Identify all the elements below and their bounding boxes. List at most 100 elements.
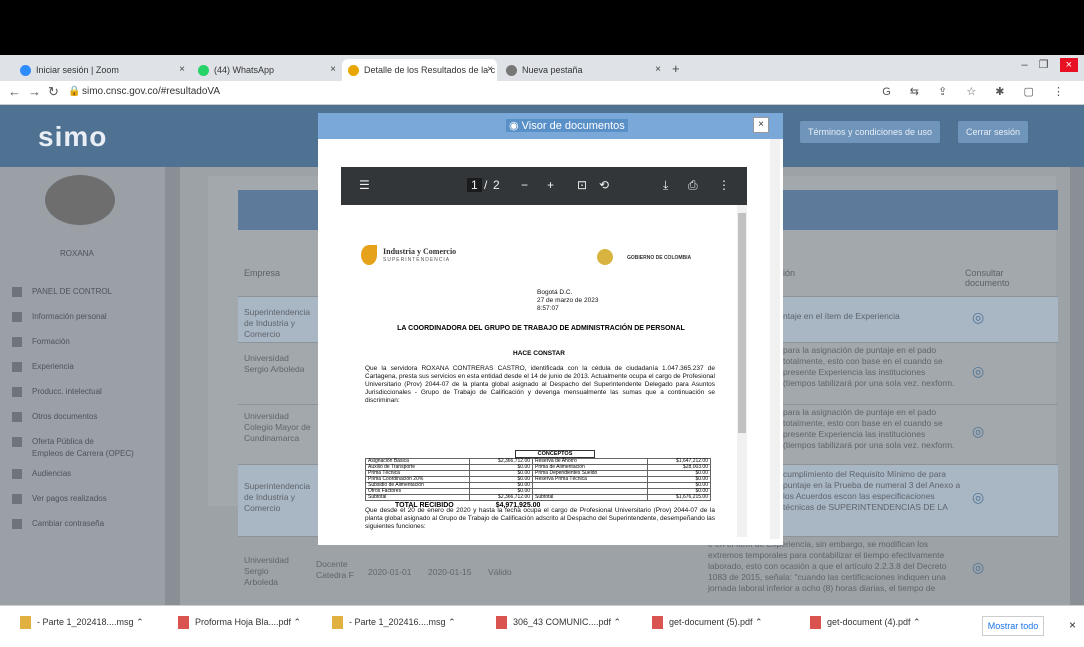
forward-icon[interactable]: → xyxy=(28,84,41,99)
sidebar-item-produccion[interactable]: Producc. intelectual xyxy=(12,387,102,397)
coat-of-arms-icon xyxy=(597,249,613,265)
rotate-icon[interactable]: ⟲ xyxy=(599,178,609,192)
page-sep: / xyxy=(484,178,488,192)
user-icon xyxy=(12,312,22,322)
tab-label: Detalle de los Resultados de la c xyxy=(364,65,496,75)
eye-icon[interactable]: ◎ xyxy=(972,309,984,326)
close-icon[interactable]: × xyxy=(487,64,493,75)
modal-scrollbar[interactable] xyxy=(770,139,780,539)
window-controls: – ❐ × xyxy=(1021,58,1078,72)
doc-footer-text: Que desde el 20 de enero de 2020 y hasta… xyxy=(365,507,715,530)
close-icon[interactable]: × xyxy=(1069,618,1076,632)
download-bar: - Parte 1_202418....msg ⌃ Proforma Hoja … xyxy=(0,605,1084,647)
eye-icon[interactable]: ◎ xyxy=(972,559,984,576)
sidebar-item-experiencia[interactable]: Experiencia xyxy=(12,362,74,372)
sidebar-item-formacion[interactable]: Formación xyxy=(12,337,70,347)
doc-heading: LA COORDINADORA DEL GRUPO DE TRABAJO DE … xyxy=(397,325,685,332)
terms-button[interactable]: Términos y condiciones de uso xyxy=(800,121,941,143)
download-icon[interactable]: ⤓ xyxy=(663,178,668,193)
cell-cargo: Docente Catedra F xyxy=(316,559,354,580)
browser-toolbar-icons[interactable]: G ⇆ ⇪ ☆ ✱ ▢ ⋮ xyxy=(882,85,1072,98)
cell-obs: para la asignación de puntaje en el pado… xyxy=(783,407,955,450)
address-bar: ← → ↻ 🔒 simo.cnsc.gov.co/#resultadoVA G … xyxy=(0,81,1084,105)
zoom-out-icon[interactable]: − xyxy=(521,178,528,192)
show-all-button[interactable]: Mostrar todo xyxy=(982,616,1044,636)
tab-nueva[interactable]: Nueva pestaña × xyxy=(500,59,665,81)
sidebar-item-info[interactable]: Información personal xyxy=(12,312,107,322)
pdf-scroll-thumb[interactable] xyxy=(738,213,746,433)
cell-inicio: 2020-01-01 xyxy=(368,567,412,577)
col-empresa: Empresa xyxy=(244,268,281,278)
reload-icon[interactable]: ↻ xyxy=(48,84,59,100)
sidebar-item-password[interactable]: Cambiar contraseña xyxy=(12,519,104,529)
tab-detalle[interactable]: Detalle de los Resultados de la c × xyxy=(342,59,497,81)
cell-obs: ntaje en el ítem de Experiencia xyxy=(783,311,900,321)
cell-empresa: Universidad Colegio Mayor de Cundinamarc… xyxy=(244,411,311,443)
audience-icon xyxy=(12,469,22,479)
new-tab-button[interactable]: + xyxy=(672,61,680,76)
doc-date: 27 de marzo de 2023 xyxy=(537,297,599,304)
pdf-icon xyxy=(810,616,821,629)
eye-icon[interactable]: ◎ xyxy=(972,489,984,506)
zoom-in-icon[interactable]: + xyxy=(547,178,554,192)
pdf-icon xyxy=(496,616,507,629)
simo-logo[interactable]: simo xyxy=(38,121,107,153)
concepts-table: CONCEPTOS Asignación Básica $2,366,712.00… xyxy=(365,450,712,509)
page-current[interactable]: 1 xyxy=(467,178,482,192)
minimize-icon[interactable]: – xyxy=(1021,59,1027,71)
dollar-icon xyxy=(12,494,22,504)
simo-tab-icon xyxy=(348,65,359,76)
tab-whatsapp[interactable]: (44) WhatsApp × xyxy=(192,59,340,81)
sidebar-item-panel[interactable]: PANEL DE CONTROL xyxy=(12,287,112,297)
url-field[interactable]: simo.cnsc.gov.co/#resultadoVA xyxy=(82,86,220,97)
download-item[interactable]: get-document (4).pdf ⌃ xyxy=(810,616,921,629)
logout-button[interactable]: Cerrar sesión xyxy=(958,121,1029,143)
download-item[interactable]: 306_43 COMUNIC....pdf ⌃ xyxy=(496,616,621,629)
more-icon[interactable]: ⋮ xyxy=(718,178,730,192)
cell-obs: e en el ítem de Experiencia, sin embargo… xyxy=(708,539,947,595)
table-row: Universidad Sergio Arboleda Docente Cate… xyxy=(238,536,1058,596)
pdf-icon xyxy=(178,616,189,629)
sidebar-item-opec-2[interactable]: Empleos de Carrera (OPEC) xyxy=(32,449,134,458)
globe-icon xyxy=(12,437,22,447)
modal-close-button[interactable]: × xyxy=(753,117,769,133)
eye-icon[interactable]: ◎ xyxy=(972,363,984,380)
sidebar-item-audiencias[interactable]: Audiencias xyxy=(12,469,71,479)
graduation-icon xyxy=(12,337,22,347)
eye-icon[interactable]: ◎ xyxy=(972,423,984,440)
sidebar-item-pagos[interactable]: Ver pagos realizados xyxy=(12,494,107,504)
back-icon[interactable]: ← xyxy=(8,84,21,99)
modal-title: ◉ Visor de documentos xyxy=(506,119,628,132)
print-icon[interactable]: ⎙ xyxy=(688,178,698,193)
concept-row: Subtotal $2,366,712.00 Subtotal $1,676,215.… xyxy=(365,494,712,501)
doc-time: 8:57:07 xyxy=(537,305,559,312)
sidebar-item-opec[interactable]: Oferta Pública de xyxy=(12,437,94,447)
close-icon[interactable]: × xyxy=(330,64,336,75)
pdf-scrollbar[interactable] xyxy=(737,205,747,537)
download-item[interactable]: - Parte 1_202418....msg ⌃ xyxy=(20,616,144,629)
concept-cell: Subtotal xyxy=(532,494,648,501)
download-item[interactable]: Proforma Hoja Bla....pdf ⌃ xyxy=(178,616,301,629)
cell-empresa: Superintendencia de Industria y Comercio xyxy=(244,481,311,513)
download-item[interactable]: - Parte 1_202416....msg ⌃ xyxy=(332,616,456,629)
close-icon[interactable]: × xyxy=(179,64,185,75)
cell-fin: 2020-01-15 xyxy=(428,567,472,577)
briefcase-icon xyxy=(12,362,22,372)
fit-page-icon[interactable]: ⊡ xyxy=(577,178,587,192)
browser-tab-bar: Iniciar sesión | Zoom × (44) WhatsApp × … xyxy=(0,55,1084,81)
cell-empresa: Universidad Sergio Arboleda xyxy=(244,555,289,587)
grid-icon xyxy=(12,287,22,297)
lock-icon: 🔒 xyxy=(68,86,81,97)
close-window-icon[interactable]: × xyxy=(1059,58,1078,72)
maximize-icon[interactable]: ❐ xyxy=(1039,59,1049,71)
cell-obs: para la asignación de puntaje en el pado… xyxy=(783,345,955,388)
lock-icon xyxy=(12,519,22,529)
pdf-icon xyxy=(652,616,663,629)
tab-label: (44) WhatsApp xyxy=(214,65,275,75)
download-item[interactable]: get-document (5).pdf ⌃ xyxy=(652,616,763,629)
menu-icon[interactable]: ☰ xyxy=(359,178,370,192)
close-icon[interactable]: × xyxy=(655,64,661,75)
gov-label: GOBIERNO DE COLOMBIA xyxy=(627,255,692,261)
sidebar-item-otros[interactable]: Otros documentos xyxy=(12,412,97,422)
tab-zoom[interactable]: Iniciar sesión | Zoom × xyxy=(14,59,189,81)
